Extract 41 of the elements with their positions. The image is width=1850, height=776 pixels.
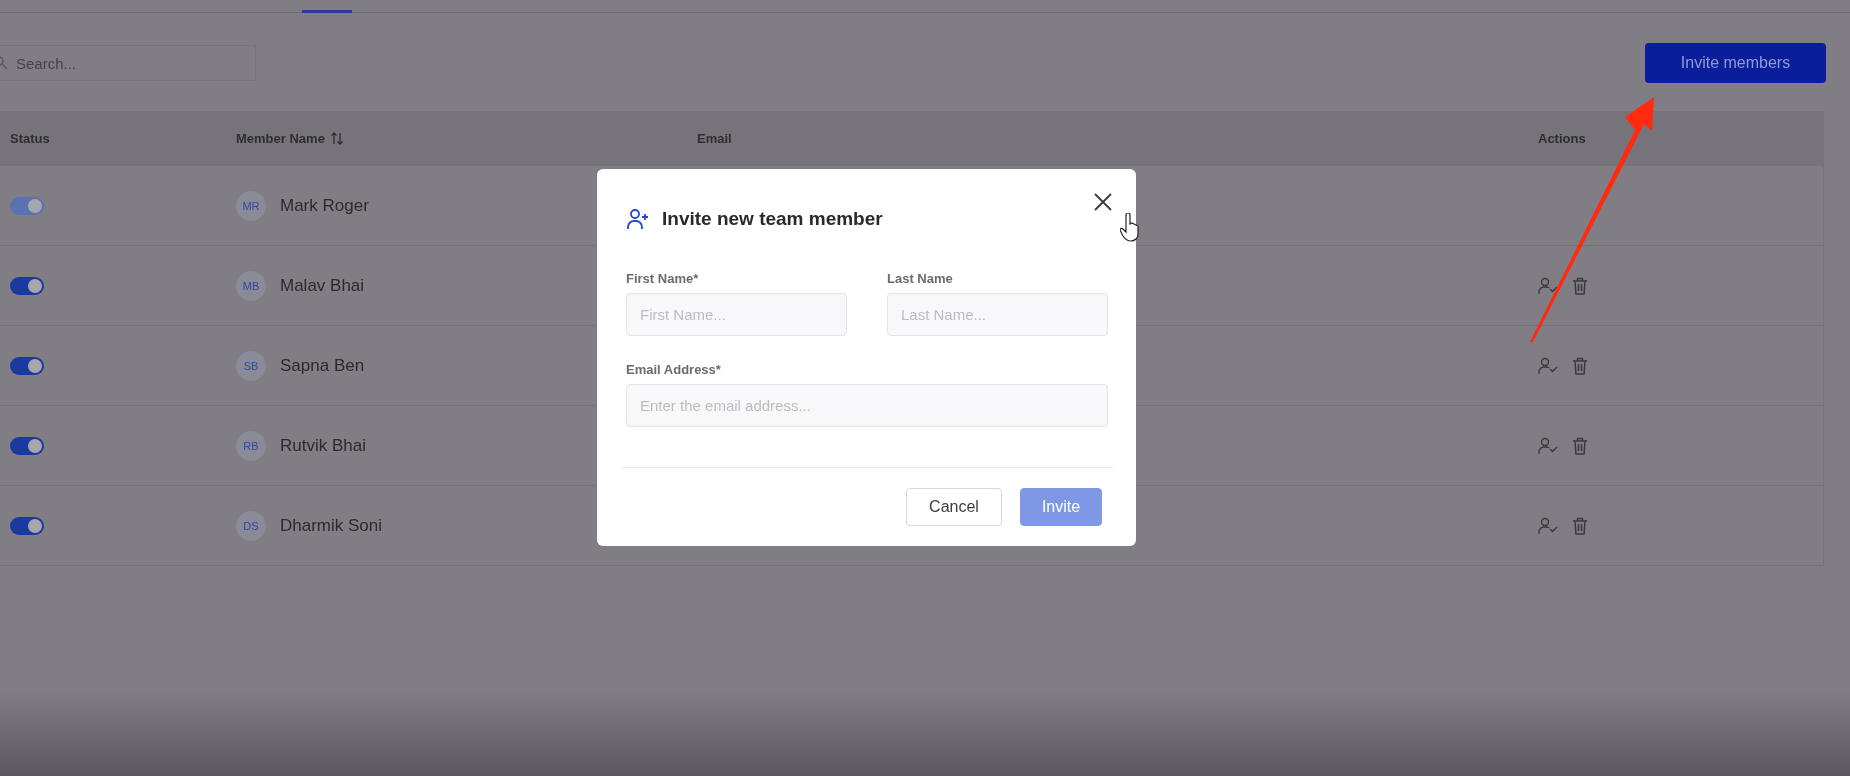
dialog-title: Invite new team member [662,208,883,230]
input-field[interactable]: Enter the email address... [626,384,1108,427]
trash-icon[interactable] [1572,356,1588,375]
active-tab-underline [302,10,352,13]
column-header: Actions [1538,131,1586,146]
user-check-icon[interactable] [1538,436,1558,455]
close-icon [1092,191,1114,213]
status-toggle[interactable] [10,276,44,295]
field-label: Email Address* [626,362,722,377]
user-check-icon[interactable] [1538,356,1558,375]
column-header: Status [10,131,50,146]
avatar: MB [236,270,266,301]
avatar: DS [236,510,266,541]
member-name: Mark Roger [280,195,369,216]
user-check-icon[interactable] [1538,276,1558,295]
user-check-icon[interactable] [1538,516,1558,535]
sort-icon[interactable] [330,132,343,145]
avatar: SB [236,350,266,381]
invite-members-button[interactable]: Invite members [1645,43,1826,83]
trash-icon[interactable] [1572,276,1588,295]
member-name: Rutvik Bhai [280,435,366,456]
input-field[interactable]: Last Name... [887,293,1108,336]
trash-icon[interactable] [1572,436,1588,455]
status-toggle[interactable] [10,356,44,375]
column-header: Email [697,131,732,146]
field-label: Last Name [887,271,954,286]
cancel-button[interactable]: Cancel [906,488,1002,526]
avatar: MR [236,190,266,221]
member-name: Malav Bhai [280,275,365,296]
search-field[interactable]: Search... [0,45,256,81]
status-toggle[interactable] [10,436,44,455]
close-button[interactable] [1092,191,1114,213]
column-header: Member Name [236,131,325,146]
member-name: Sapna Ben [280,355,365,376]
add-user-icon [626,207,650,231]
member-name: Dharmik Soni [280,515,383,536]
status-toggle[interactable] [10,516,44,535]
avatar: RB [236,430,266,461]
trash-icon[interactable] [1572,516,1588,535]
field-label: First Name* [626,271,700,286]
input-field[interactable]: First Name... [626,293,847,336]
